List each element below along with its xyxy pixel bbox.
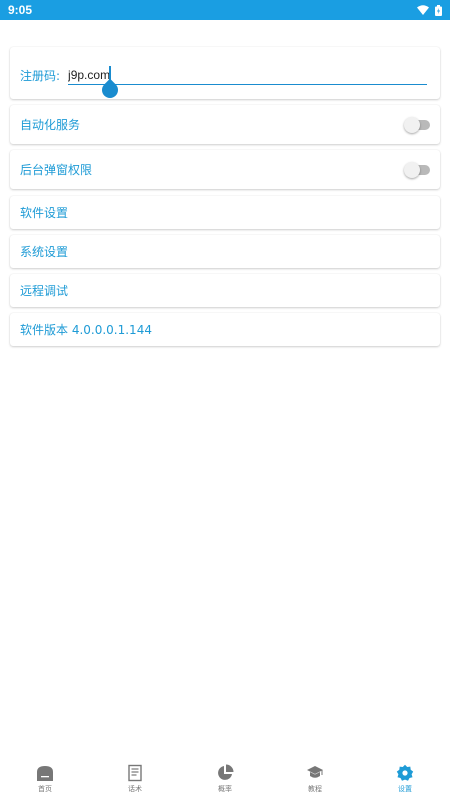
nav-label-probability: 概率 [218, 785, 232, 793]
remote-debug-item[interactable]: 远程调试 [10, 274, 440, 307]
battery-charging-icon [435, 4, 442, 16]
status-bar: 9:05 [0, 0, 450, 20]
nav-item-home[interactable]: 首页 [15, 764, 75, 794]
wifi-icon [417, 5, 429, 15]
gear-icon [396, 764, 414, 781]
registration-input-wrap [68, 65, 428, 102]
automation-service-label: 自动化服务 [20, 118, 81, 132]
software-settings-label: 软件设置 [20, 206, 69, 220]
nav-item-scripts[interactable]: 话术 [105, 764, 165, 794]
home-icon [37, 766, 53, 781]
nav-item-settings[interactable]: 设置 [375, 764, 435, 794]
background-popup-permission-switch[interactable] [404, 161, 430, 178]
automation-service-row[interactable]: 自动化服务 [10, 105, 440, 144]
automation-service-switch[interactable] [404, 116, 430, 133]
registration-code-input[interactable] [68, 65, 428, 85]
system-settings-item[interactable]: 系统设置 [10, 235, 440, 268]
registration-label: 注册码: [20, 69, 61, 83]
pie-chart-icon [218, 764, 234, 780]
settings-list: 注册码: 自动化服务 后台弹窗权限 软件设置 系统设置 远程调试 软件版本 4.… [10, 47, 440, 352]
switch-thumb [404, 116, 420, 133]
status-icons [417, 4, 442, 16]
software-version-label: 软件版本 4.0.0.0.1.144 [20, 323, 152, 337]
switch-thumb [404, 161, 420, 178]
status-time: 9:05 [8, 3, 33, 17]
nav-item-probability[interactable]: 概率 [195, 764, 255, 794]
nav-label-scripts: 话术 [128, 785, 142, 793]
software-version-item[interactable]: 软件版本 4.0.0.0.1.144 [10, 313, 440, 346]
background-popup-permission-row[interactable]: 后台弹窗权限 [10, 150, 440, 189]
system-settings-label: 系统设置 [20, 245, 69, 259]
nav-label-tutorial: 教程 [308, 785, 322, 793]
graduation-cap-icon [307, 766, 323, 778]
remote-debug-label: 远程调试 [20, 284, 69, 298]
background-popup-permission-label: 后台弹窗权限 [20, 163, 93, 177]
nav-item-tutorial[interactable]: 教程 [285, 764, 345, 794]
bottom-navigation: 首页 话术 概率 教程 设置 [0, 756, 450, 800]
software-settings-item[interactable]: 软件设置 [10, 196, 440, 229]
registration-card: 注册码: [10, 47, 440, 102]
document-icon [128, 764, 142, 782]
nav-label-home: 首页 [38, 785, 52, 793]
nav-label-settings: 设置 [398, 785, 412, 793]
